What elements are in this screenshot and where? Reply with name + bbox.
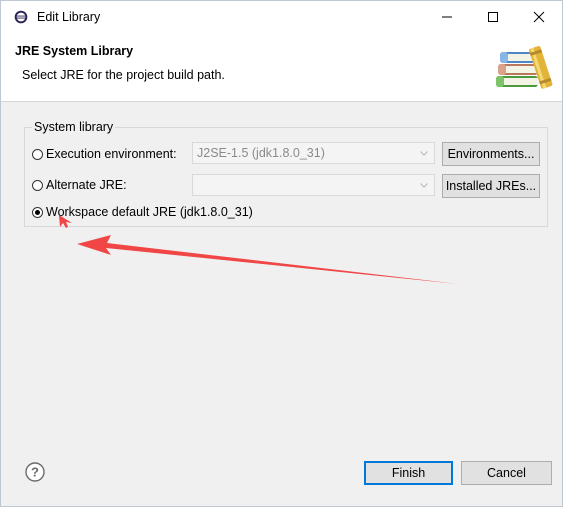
close-icon [533, 11, 545, 22]
help-icon: ? [25, 462, 45, 482]
chevron-down-icon [420, 151, 428, 156]
minimize-icon [442, 16, 452, 17]
workspace-default-jre-radio[interactable] [32, 206, 43, 218]
environments-button[interactable]: Environments... [442, 142, 540, 166]
execution-environment-value: J2SE-1.5 (jdk1.8.0_31) [197, 146, 325, 160]
svg-text:?: ? [31, 465, 39, 480]
alternate-jre-combo[interactable] [192, 174, 435, 196]
minimize-button[interactable] [424, 1, 470, 32]
page-message: Select JRE for the project build path. [22, 68, 225, 82]
help-button[interactable]: ? [25, 462, 45, 482]
edit-library-dialog: Edit Library JRE System Library Select J… [0, 0, 563, 507]
maximize-button[interactable] [470, 1, 516, 32]
chevron-down-icon [420, 183, 428, 188]
execution-environment-combo[interactable]: J2SE-1.5 (jdk1.8.0_31) [192, 142, 435, 164]
workspace-default-jre-option[interactable]: Workspace default JRE (jdk1.8.0_31) [32, 205, 253, 219]
finish-button[interactable]: Finish [364, 461, 453, 485]
close-button[interactable] [516, 1, 562, 32]
window-title: Edit Library [37, 9, 101, 24]
wizard-header: JRE System Library Select JRE for the pr… [1, 32, 562, 102]
alternate-jre-option[interactable]: Alternate JRE: [32, 178, 127, 192]
eclipse-icon [14, 10, 28, 24]
execution-environment-label: Execution environment: [46, 147, 177, 161]
page-title: JRE System Library [15, 44, 134, 58]
title-bar[interactable]: Edit Library [1, 1, 562, 32]
system-library-group-label: System library [32, 120, 116, 134]
background-strip [563, 0, 571, 509]
maximize-icon [488, 11, 498, 22]
library-books-icon [492, 40, 554, 92]
workspace-default-jre-label: Workspace default JRE (jdk1.8.0_31) [46, 205, 253, 219]
alternate-jre-label: Alternate JRE: [46, 178, 127, 192]
cancel-button[interactable]: Cancel [461, 461, 552, 485]
execution-environment-option[interactable]: Execution environment: [32, 147, 177, 161]
alternate-jre-radio[interactable] [32, 179, 43, 191]
execution-environment-radio[interactable] [32, 148, 43, 160]
installed-jres-button[interactable]: Installed JREs... [442, 174, 540, 198]
